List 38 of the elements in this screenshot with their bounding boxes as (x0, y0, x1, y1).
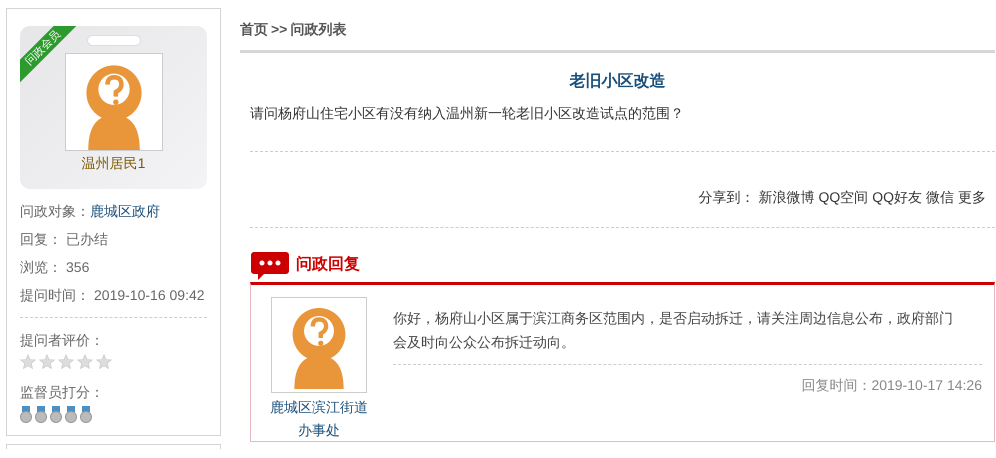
medal-icon (80, 406, 92, 423)
target-link[interactable]: 鹿城区政府 (90, 203, 160, 219)
star-icon (96, 354, 112, 370)
user-name: 温州居民1 (80, 154, 146, 173)
share-label: 分享到： (698, 189, 754, 205)
question-title: 老旧小区改造 (568, 72, 666, 92)
star-icon (58, 354, 74, 370)
star-icon (39, 354, 55, 370)
breadcrumb-link[interactable]: 问政列表 (290, 21, 346, 37)
medal-icon (35, 406, 47, 423)
section-title: 问政回复 (296, 254, 360, 275)
medal-icon (20, 406, 32, 423)
rating-label: 提问者评价： (20, 331, 105, 350)
responder-name: 鹿城区滨江街道办事处 (269, 398, 369, 440)
medal-icon (50, 406, 62, 423)
info-value: 356 (66, 259, 90, 275)
reply-time: 回复时间：2019-10-17 14:26 (800, 376, 982, 395)
star-icon (20, 354, 36, 370)
info-label: 回复： (20, 231, 62, 247)
info-label: 问政对象： (20, 203, 90, 219)
share-link[interactable]: 新浪微博 (758, 189, 814, 205)
breadcrumb-separator: >> (271, 21, 288, 37)
breadcrumb-link[interactable]: 首页 (240, 21, 268, 37)
share-link[interactable]: QQ好友 (872, 189, 922, 205)
info-value: 已办结 (66, 231, 108, 247)
reply-text: 你好，杨府山小区属于滨江商务区范围内，是否启动拆迁，请关注周边信息公布，政府部门会及时向公众公布拆迁动向。 (393, 309, 954, 352)
info-label: 浏览： (20, 259, 62, 275)
share-link[interactable]: 微信 (926, 189, 954, 205)
share-link[interactable]: 更多 (958, 189, 986, 205)
share-link[interactable]: QQ空间 (818, 189, 868, 205)
star-icon (77, 354, 93, 370)
chat-bubble-icon (250, 250, 290, 280)
info-label: 提问时间： (20, 287, 90, 303)
rating-label: 监督员打分： (20, 383, 105, 402)
info-value: 2019-10-16 09:42 (94, 287, 205, 303)
medal-icon (65, 406, 77, 423)
card-slot-icon (86, 35, 140, 46)
question-text: 请问杨府山住宅小区有没有纳入温州新一轮老旧小区改造试点的范围？ (250, 104, 685, 123)
